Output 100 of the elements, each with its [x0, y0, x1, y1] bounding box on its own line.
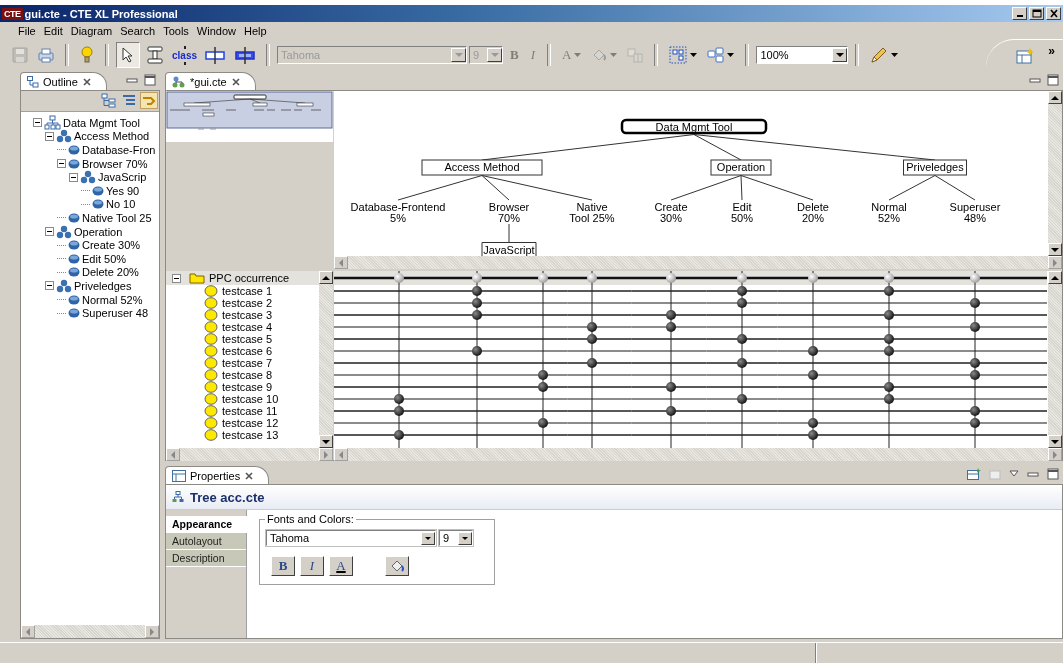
tree-item[interactable]: Data Mgmt Tool — [63, 116, 140, 129]
testcase-label[interactable]: testcase 10 — [222, 393, 279, 405]
collapse-box[interactable] — [57, 159, 66, 169]
marker-dot[interactable] — [538, 382, 548, 392]
class-label[interactable]: Database-Frontend 5% — [350, 201, 446, 224]
tree-item[interactable]: Native Tool 25 — [82, 211, 152, 224]
marker-dot[interactable] — [666, 322, 676, 332]
class-label[interactable]: Edit 50% — [731, 201, 753, 224]
maximize-icon[interactable] — [1047, 468, 1059, 480]
marker-dot[interactable] — [587, 358, 597, 368]
collapse-box[interactable] — [45, 227, 54, 237]
marker-dot[interactable] — [970, 370, 980, 380]
tree-item[interactable]: Operation — [74, 225, 123, 238]
testcase-label[interactable]: testcase 7 — [222, 357, 273, 369]
column-handle[interactable] — [808, 273, 818, 283]
outline-tab[interactable]: Outline — [20, 72, 107, 90]
vertical-scrollbar[interactable] — [1048, 271, 1062, 448]
marker-dot[interactable] — [808, 430, 818, 440]
marker-dot[interactable] — [970, 406, 980, 416]
class-label[interactable]: Normal 52% — [871, 201, 907, 224]
hierarchy-icon[interactable] — [101, 93, 117, 108]
marker-dot[interactable] — [472, 286, 482, 296]
classification-node[interactable]: Priveledges — [903, 159, 967, 176]
horizontal-scrollbar[interactable] — [21, 625, 159, 638]
marker-dot[interactable] — [394, 394, 404, 404]
marker-dot[interactable] — [970, 298, 980, 308]
column-handle[interactable] — [884, 273, 894, 283]
tree-item[interactable]: Access Method — [74, 130, 150, 143]
column-handle[interactable] — [394, 273, 404, 283]
table-icon[interactable] — [967, 468, 981, 480]
bulb-icon[interactable] — [80, 46, 94, 64]
marker-dot[interactable] — [394, 430, 404, 440]
menu-item[interactable]: Search — [116, 24, 160, 37]
zoom-dropdown[interactable]: 100% — [756, 46, 849, 64]
caret-icon[interactable] — [690, 53, 698, 57]
perspective-icon[interactable] — [1016, 47, 1035, 64]
classification-node[interactable]: Access Method — [421, 159, 543, 176]
class-label[interactable]: Native Tool 25% — [569, 201, 615, 224]
classification-node[interactable]: Operation — [710, 159, 772, 176]
menu-item[interactable]: File — [14, 24, 40, 37]
tree-item[interactable]: Browser 70% — [82, 157, 148, 170]
marker-dot[interactable] — [970, 358, 980, 368]
column-handle[interactable] — [472, 273, 482, 283]
horizontal-scrollbar[interactable] — [334, 256, 1062, 269]
marker-dot[interactable] — [737, 286, 747, 296]
dotted-squares-icon[interactable] — [669, 46, 688, 64]
marker-dot[interactable] — [394, 406, 404, 416]
marker-dot[interactable] — [970, 322, 980, 332]
bold-button[interactable]: B — [271, 556, 295, 576]
horizontal-scrollbar[interactable] — [334, 448, 1062, 461]
marker-dot[interactable] — [538, 418, 548, 428]
class-tool-button[interactable]: class — [170, 44, 200, 66]
view-menu-icon[interactable] — [1009, 470, 1019, 478]
menu-item[interactable]: Diagram — [66, 24, 117, 37]
font-color-button[interactable]: A — [329, 556, 353, 576]
testcase-label[interactable]: testcase 12 — [222, 417, 279, 429]
marker-dot[interactable] — [970, 418, 980, 428]
maximize-icon[interactable] — [1047, 74, 1059, 86]
marker-dot[interactable] — [808, 370, 818, 380]
column-handle[interactable] — [538, 273, 548, 283]
horizontal-scrollbar[interactable] — [166, 448, 333, 461]
marker-dot[interactable] — [808, 418, 818, 428]
testcase-label[interactable]: testcase 2 — [222, 297, 273, 309]
testcase-label[interactable]: testcase 13 — [222, 429, 279, 441]
close-icon[interactable] — [244, 470, 255, 481]
marker-dot[interactable] — [884, 334, 894, 344]
properties-tab[interactable]: Properties — [165, 466, 270, 484]
collapse-box[interactable] — [69, 172, 78, 182]
menu-item[interactable]: Edit — [39, 24, 67, 37]
tree-item[interactable]: Edit 50% — [82, 252, 127, 265]
bar-icon[interactable] — [205, 45, 226, 65]
column-handle[interactable] — [666, 273, 676, 283]
testcase-label[interactable]: testcase 5 — [222, 333, 273, 345]
marker-dot[interactable] — [737, 298, 747, 308]
menu-item[interactable]: Help — [239, 24, 271, 37]
tree-item[interactable]: Priveledges — [74, 279, 132, 292]
tree-item[interactable]: JavaScrip — [98, 171, 147, 184]
maximize-icon[interactable] — [144, 74, 156, 86]
collapse-box[interactable] — [45, 281, 54, 291]
marker-dot[interactable] — [666, 382, 676, 392]
caret-icon[interactable] — [891, 53, 899, 57]
tree-item[interactable]: Database-Fron — [82, 144, 156, 156]
marker-dot[interactable] — [472, 310, 482, 320]
print-icon[interactable] — [38, 47, 54, 63]
list-icon[interactable] — [121, 93, 137, 108]
bar-icon[interactable] — [235, 45, 256, 65]
tree-item[interactable]: Superuser 48 — [82, 307, 149, 320]
editor-tab[interactable]: *gui.cte — [165, 72, 256, 90]
i-beam-icon[interactable] — [146, 46, 164, 64]
marker-dot[interactable] — [884, 394, 894, 404]
section-tab[interactable]: Appearance — [166, 516, 247, 533]
marker-dot[interactable] — [884, 286, 894, 296]
close-icon[interactable] — [81, 76, 92, 87]
class-label[interactable]: Superuser 48% — [949, 201, 1001, 224]
italic-button[interactable]: I — [300, 556, 324, 576]
marker-dot[interactable] — [884, 310, 894, 320]
marker-dot[interactable] — [884, 346, 894, 356]
collapse-box[interactable] — [172, 273, 181, 283]
marker-dot[interactable] — [587, 322, 597, 332]
testcase-label[interactable]: testcase 9 — [222, 381, 273, 393]
